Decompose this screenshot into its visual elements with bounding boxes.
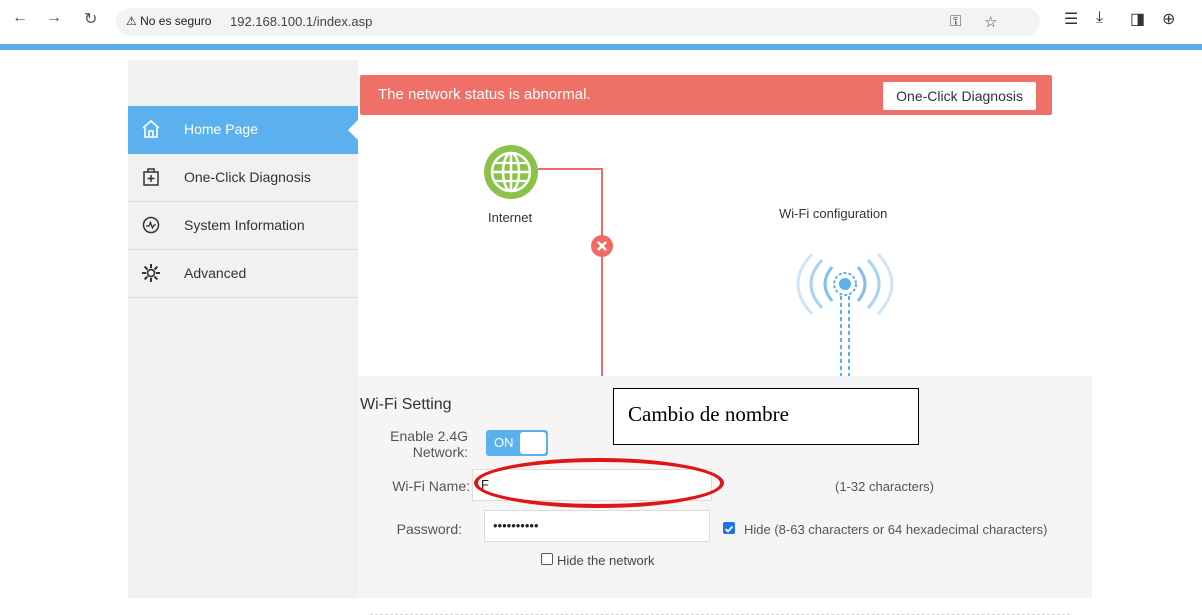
star-icon[interactable]: ☆ — [984, 13, 997, 31]
internet-label: Internet — [488, 210, 533, 225]
main-content: The network status is abnormal. One-Clic… — [358, 60, 1092, 598]
sidebar-item-diagnosis[interactable]: One-Click Diagnosis — [128, 154, 358, 202]
toggle-knob — [520, 432, 546, 454]
network-status-alert: The network status is abnormal. One-Clic… — [360, 75, 1052, 115]
error-icon[interactable] — [590, 234, 614, 258]
check-icon — [724, 525, 734, 533]
gauge-icon — [142, 216, 160, 234]
side-panel-icon[interactable]: ◨ — [1130, 9, 1145, 29]
sidebar-item-advanced[interactable]: Advanced — [128, 250, 358, 298]
password-hint: Hide (8-63 characters or 64 hexadecimal … — [744, 522, 1048, 537]
gear-icon — [142, 264, 160, 282]
sidebar-item-label: System Information — [184, 217, 305, 233]
password-input[interactable]: •••••••••• — [484, 510, 710, 542]
back-icon[interactable]: ← — [12, 9, 28, 27]
security-label: No es seguro — [140, 14, 212, 28]
medical-kit-icon — [143, 168, 159, 186]
key-icon[interactable]: ⚿ — [950, 13, 961, 30]
browser-toolbar: ← → ↻ ⚠ No es seguro 192.168.100.1/index… — [0, 0, 1202, 42]
wifi-configuration-label: Wi-Fi configuration — [779, 206, 888, 221]
home-icon — [142, 119, 160, 138]
forward-icon[interactable]: → — [46, 9, 62, 27]
one-click-diagnosis-button[interactable]: One-Click Diagnosis — [883, 82, 1036, 110]
hide-network-label: Hide the network — [557, 553, 655, 568]
address-bar[interactable]: ⚠ No es seguro 192.168.100.1/index.asp ⚿… — [116, 8, 1040, 36]
wifi-name-label: Wi-Fi Name: — [392, 478, 470, 494]
section-title: Wi-Fi Setting — [360, 396, 452, 413]
reading-list-icon[interactable]: ☰ — [1064, 9, 1078, 29]
extension-icon[interactable]: ⊕ — [1162, 9, 1175, 29]
connection-line — [538, 168, 603, 376]
hide-network-checkbox[interactable] — [541, 553, 553, 565]
enable-network-toggle[interactable]: ON — [486, 430, 548, 456]
sidebar: Home Page One-Click Diagnosis System Inf… — [128, 60, 360, 598]
annotation-box: Cambio de nombre — [613, 388, 919, 445]
toggle-state: ON — [494, 435, 514, 450]
url-text[interactable]: 192.168.100.1/index.asp — [230, 14, 372, 29]
hide-password-checkbox[interactable] — [723, 522, 735, 534]
download-icon[interactable]: ⤓ — [1096, 9, 1103, 27]
network-diagram: The network status is abnormal. One-Clic… — [358, 60, 1092, 376]
enable-network-label: Enable 2.4G Network: — [390, 428, 468, 460]
wifi-signal-icon[interactable] — [778, 234, 912, 376]
sidebar-item-home[interactable]: Home Page — [128, 106, 360, 154]
sidebar-item-system-information[interactable]: System Information — [128, 202, 358, 250]
reload-icon[interactable]: ↻ — [84, 9, 97, 29]
sidebar-item-label: One-Click Diagnosis — [184, 169, 311, 185]
header-accent-bar — [0, 44, 1202, 50]
password-label: Password: — [396, 521, 462, 537]
sidebar-item-label: Advanced — [184, 265, 247, 281]
alert-message: The network status is abnormal. — [378, 86, 591, 103]
globe-icon[interactable] — [483, 144, 539, 200]
highlight-ellipse — [474, 458, 724, 508]
annotation-text: Cambio de nombre — [628, 402, 789, 426]
security-warning[interactable]: ⚠ No es seguro — [126, 14, 211, 28]
sidebar-item-label: Home Page — [184, 121, 258, 137]
wifi-name-hint: (1-32 characters) — [835, 479, 934, 494]
